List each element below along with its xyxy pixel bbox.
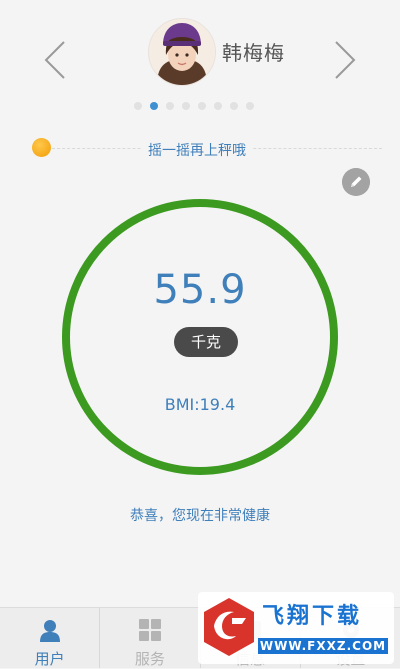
site-watermark: 飞翔下载 WWW.FXXZ.COM bbox=[198, 592, 394, 664]
weight-value: 55.9 bbox=[153, 267, 247, 313]
avatar-photo bbox=[149, 19, 215, 85]
page-dot[interactable] bbox=[246, 102, 254, 110]
tab-label: 服务 bbox=[134, 650, 165, 668]
page-dot[interactable] bbox=[134, 102, 142, 110]
page-dot[interactable] bbox=[150, 102, 158, 110]
watermark-url: WWW.FXXZ.COM bbox=[258, 638, 388, 654]
page-dot[interactable] bbox=[214, 102, 222, 110]
avatar[interactable] bbox=[148, 18, 216, 86]
page-dot[interactable] bbox=[198, 102, 206, 110]
unit-toggle-button[interactable]: 千克 bbox=[174, 327, 238, 357]
bmi-value: BMI:19.4 bbox=[164, 395, 236, 414]
user-header: 韩梅梅 bbox=[0, 0, 400, 98]
watermark-logo-icon bbox=[204, 598, 254, 656]
user-icon bbox=[40, 620, 60, 642]
previous-user-arrow-icon[interactable] bbox=[42, 40, 68, 80]
user-name: 韩梅梅 bbox=[222, 41, 285, 65]
tab-label: 用户 bbox=[34, 650, 65, 668]
page-dot[interactable] bbox=[230, 102, 238, 110]
page-dot[interactable] bbox=[166, 102, 174, 110]
tab-user[interactable]: 用户 bbox=[0, 608, 99, 668]
health-status-text: 恭喜，您现在非常健康 bbox=[130, 508, 270, 524]
next-user-arrow-icon[interactable] bbox=[332, 40, 358, 80]
grid-icon bbox=[139, 619, 162, 641]
shake-indicator-dot bbox=[32, 138, 51, 157]
page-dot[interactable] bbox=[182, 102, 190, 110]
shake-prompt-row: 摇一摇再上秤哦 bbox=[0, 136, 400, 162]
user-page-indicator bbox=[134, 102, 254, 112]
shake-prompt-text: 摇一摇再上秤哦 bbox=[142, 140, 252, 160]
edit-pencil-icon[interactable] bbox=[342, 168, 370, 196]
weight-gauge-ring: 55.9 千克 BMI:19.4 bbox=[62, 199, 338, 475]
tab-service[interactable]: 服务 bbox=[99, 608, 199, 668]
watermark-title: 飞翔下载 bbox=[262, 604, 363, 629]
